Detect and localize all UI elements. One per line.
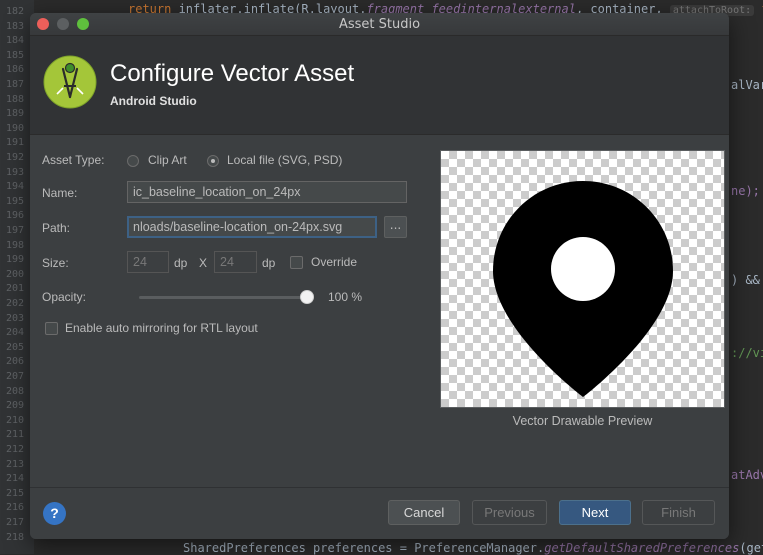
code-snippet: ) && [731,273,760,287]
browse-button[interactable]: ... [384,216,407,238]
line-number: 216 [6,502,25,514]
dialog-header: Configure Vector Asset Android Studio [30,36,729,135]
line-number: 201 [6,283,25,295]
next-button[interactable]: Next [559,500,631,525]
line-number: 185 [6,49,25,61]
line-number: 218 [6,531,25,543]
line-number: 205 [6,341,25,353]
header-subtitle: Android Studio [110,94,197,108]
line-number-gutter: 182 183 184 185 186 187 188 189 190 191 192 193 194 1… [0,0,34,554]
height-unit-label: dp [262,256,276,270]
opacity-label: Opacity: [42,290,87,304]
code-snippet: atAdv [731,468,763,482]
width-field[interactable]: 24 [127,251,169,273]
local-file-label[interactable]: Local file (SVG, PSD) [227,153,342,167]
line-number: 209 [6,400,25,412]
clip-art-label[interactable]: Clip Art [148,153,187,167]
line-number: 212 [6,444,25,455]
line-number: 210 [6,414,25,426]
header-title: Configure Vector Asset [110,60,355,87]
line-number: 188 [6,93,25,105]
line-number: 189 [6,108,25,120]
android-studio-logo-icon [43,55,97,109]
line-number: 190 [6,122,25,134]
code-keyword: false [754,2,763,16]
line-number: 204 [6,327,25,339]
asset-type-label: Asset Type: [42,153,105,167]
line-number: 194 [6,181,25,193]
size-separator-label: X [199,256,208,270]
line-number: 191 [6,137,25,149]
line-number: 213 [6,458,25,470]
opacity-value: 100 % [328,290,363,304]
line-number: 196 [6,210,25,222]
code-text: SharedPreferences preferences = Preferen… [183,541,545,555]
window-titlebar: Asset Studio [30,13,729,36]
line-number: 217 [6,517,25,528]
override-label[interactable]: Override [311,255,357,269]
line-number: 197 [6,225,25,236]
code-snippet: ://vi [731,346,763,360]
rtl-mirroring-label[interactable]: Enable auto mirroring for RTL layout [65,321,258,335]
code-text: ne); [731,184,760,198]
previous-button[interactable]: Previous [472,500,547,525]
override-checkbox[interactable] [290,256,303,269]
window-title: Asset Studio [338,17,421,32]
line-number: 215 [6,487,25,499]
code-text: atAdv [731,468,763,482]
line-number: 182 [6,6,25,17]
code-text: (getAc [739,541,763,555]
code-text: ://vi [731,346,763,360]
code-line-bottom: SharedPreferences preferences = Preferen… [183,541,763,555]
line-number: 192 [6,152,25,163]
line-number: 184 [6,35,25,47]
vector-preview-panel [440,150,725,408]
rtl-mirroring-checkbox[interactable] [45,322,58,335]
line-number: 198 [6,239,25,251]
help-button[interactable]: ? [43,502,66,525]
size-label: Size: [42,256,69,270]
name-field[interactable]: ic_baseline_location_on_24px [127,181,407,203]
opacity-slider-knob[interactable] [300,290,314,304]
line-number: 183 [6,20,25,32]
line-number: 200 [6,268,25,280]
line-number: 187 [6,79,25,90]
opacity-slider-track[interactable] [139,296,301,299]
line-number: 203 [6,312,25,324]
preview-caption: Vector Drawable Preview [512,414,653,428]
code-snippet: alVari [731,78,763,92]
line-number: 199 [6,254,25,266]
width-unit-label: dp [174,256,188,270]
location-pin-icon [493,181,673,397]
line-number: 195 [6,195,25,207]
height-field[interactable]: 24 [214,251,257,273]
line-number: 214 [6,473,25,485]
line-number: 186 [6,64,25,76]
line-number: 202 [6,298,25,309]
code-snippet: ne); [731,184,760,198]
clip-art-radio[interactable] [127,155,139,167]
asset-studio-dialog: Asset Studio Configure Vector Asset Andr… [30,13,729,539]
dialog-footer: ? Cancel Previous Next Finish [30,487,729,539]
path-field[interactable]: nloads/baseline-location_on-24px.svg [127,216,377,238]
line-number: 207 [6,371,25,382]
line-number: 206 [6,356,25,368]
line-number: 211 [6,429,25,441]
code-italic: getDefaultSharedPreferences [544,541,740,555]
name-label: Name: [42,186,78,200]
local-file-radio[interactable] [207,155,219,167]
line-number: 193 [6,166,25,178]
cancel-button[interactable]: Cancel [388,500,460,525]
line-number: 208 [6,385,25,397]
path-label: Path: [42,221,71,235]
finish-button[interactable]: Finish [642,500,715,525]
